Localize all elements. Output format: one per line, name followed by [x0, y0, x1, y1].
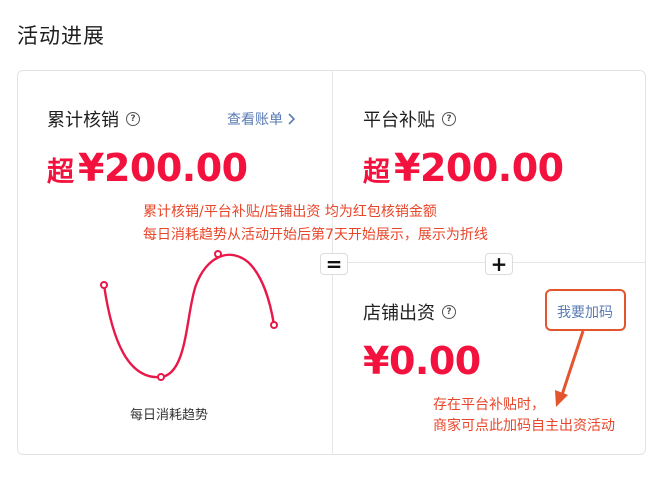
annotation-line-1: 累计核销/平台补贴/店铺出资 均为红包核销金额: [143, 204, 437, 220]
trend-caption: 每日消耗趋势: [130, 408, 209, 423]
annotation-note-1: 存在平台补贴时，: [433, 397, 545, 413]
trend-point: [100, 281, 108, 289]
trend-point: [270, 321, 278, 329]
annotation-line-2: 每日消耗趋势从活动开始后第7天开始展示，展示为折线: [143, 227, 488, 243]
annotation-note-2: 商家可点此加码自主出资活动: [433, 418, 615, 434]
trend-point: [157, 373, 165, 381]
trend-point: [214, 250, 222, 258]
trend-line: [102, 253, 276, 379]
annotation-arrow: [555, 330, 585, 407]
